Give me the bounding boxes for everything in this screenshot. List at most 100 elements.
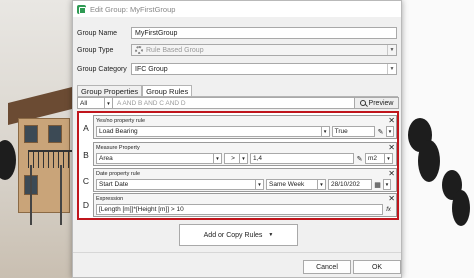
property-value: Start Date [99,181,129,188]
eyedropper-icon[interactable]: ✎ [375,126,386,137]
chevron-down-icon[interactable]: ▼ [383,179,391,190]
chevron-down-icon[interactable]: ▼ [386,126,394,137]
group-category-label: Group Category [77,65,127,73]
group-name-input[interactable]: MyFirstGroup [131,27,397,39]
rule-letter: D [82,200,90,210]
tree-scene [402,0,474,278]
rule-title: Yes/no property rule [96,117,146,124]
ok-button[interactable]: OK [353,260,401,274]
rule-letter: B [83,150,89,160]
preview-label: Preview [368,99,394,107]
rule-scope-value: All [80,99,88,107]
tab-strip: Group Properties Group Rules [77,85,193,96]
window-shape [48,125,62,143]
chevron-down-icon[interactable]: ▼ [105,97,113,109]
building-scene [0,0,72,278]
eyedropper-icon[interactable]: ✎ [354,153,365,164]
gear-icon [135,46,143,54]
expression-value: [Length [m]]*[Height [m]] > 10 [99,206,184,213]
rule-expression-value: A AND B AND C AND D [117,99,186,107]
tree-shape [0,140,16,180]
edit-group-dialog: Edit Group: MyFirstGroup Group Name MyFi… [72,0,402,278]
preview-button[interactable]: Preview [355,97,399,109]
group-name-value: MyFirstGroup [135,29,178,37]
date-value: 28/10/202 [331,181,360,188]
measure-value-input[interactable]: 1,4 [250,153,354,164]
rule-card-b: Measure Property ✕ Area ▼ > ▼ 1,4 ✎ m2 ▼ [93,142,397,166]
tab-group-properties[interactable]: Group Properties [77,85,143,96]
chevron-down-icon: ▼ [268,232,274,238]
close-icon[interactable]: ✕ [388,169,395,178]
rule-body: Start Date ▼ Same Week ▼ 28/10/202 ▦ ▼ [94,178,396,191]
rule-scope-select[interactable]: All [77,97,105,109]
period-value: Same Week [269,181,305,188]
close-icon[interactable]: ✕ [388,116,395,125]
boolean-value: True [334,128,348,135]
group-name-label: Group Name [77,29,118,37]
group-type-select[interactable]: Rule Based Group ▼ [131,44,397,56]
rule-body: Load Bearing ▼ True ✎ ▼ [94,125,396,138]
calendar-icon[interactable]: ▦ [372,179,383,190]
group-category-row: Group Category IFC Group ▼ [77,63,397,75]
operator-select[interactable]: > [224,153,240,164]
tree-shape [452,190,470,226]
cancel-button[interactable]: Cancel [303,260,351,274]
chevron-down-icon: ▼ [387,64,396,74]
close-icon[interactable]: ✕ [388,194,395,203]
measure-value: 1,4 [253,155,263,162]
rule-filter-bar: All ▼ A AND B AND C AND D Preview [77,97,399,109]
operator-value: > [231,155,235,162]
window-title: Edit Group: MyFirstGroup [90,4,176,14]
chevron-down-icon[interactable]: ▼ [321,126,330,137]
property-select[interactable]: Load Bearing [96,126,322,137]
property-value: Area [99,155,113,162]
tree-shape [418,140,440,182]
post-shape [30,165,32,225]
footer-divider [73,252,401,253]
search-icon [359,100,366,106]
chevron-down-icon[interactable]: ▼ [240,153,248,164]
date-input[interactable]: 28/10/202 [328,179,372,190]
period-select[interactable]: Same Week [266,179,318,190]
property-value: Load Bearing [99,128,138,135]
rule-title: Date property rule [96,170,141,177]
add-copy-rules-label: Add or Copy Rules [203,231,263,239]
group-type-value: Rule Based Group [146,46,204,54]
rule-expression-input[interactable]: A AND B AND C AND D [113,97,355,109]
add-copy-rules-button[interactable]: Add or Copy Rules ▼ [179,224,298,246]
boolean-select[interactable]: True [331,126,376,137]
chevron-down-icon[interactable]: ▼ [256,179,264,190]
app-icon [77,4,86,14]
group-category-select[interactable]: IFC Group ▼ [131,63,397,75]
rule-card-c: Date property rule ✕ Start Date ▼ Same W… [93,168,397,192]
function-icon[interactable]: fx [383,204,394,215]
close-icon[interactable]: ✕ [388,143,395,152]
post-shape [60,165,62,225]
window-shape [24,125,38,143]
unit-select[interactable]: m2 [365,153,385,164]
group-type-label: Group Type [77,46,114,54]
chevron-down-icon: ▼ [387,45,396,55]
rule-letter: A [83,123,89,133]
tab-group-rules[interactable]: Group Rules [142,85,193,96]
property-select[interactable]: Area [96,153,214,164]
rule-card-d: Expression ✕ [Length [m]]*[Height [m]] >… [93,193,397,217]
group-name-row: Group Name MyFirstGroup [77,27,397,39]
rules-panel: A Yes/no property rule ✕ Load Bearing ▼ … [77,111,399,220]
rule-body: [Length [m]]*[Height [m]] > 10 fx [94,203,396,216]
group-type-row: Group Type Rule Based Group ▼ [77,44,397,56]
property-select[interactable]: Start Date [96,179,256,190]
rule-title: Expression [96,195,124,202]
title-bar: Edit Group: MyFirstGroup [73,1,401,17]
rule-letter: C [82,176,90,186]
chevron-down-icon[interactable]: ▼ [318,179,326,190]
chevron-down-icon[interactable]: ▼ [214,153,222,164]
rule-body: Area ▼ > ▼ 1,4 ✎ m2 ▼ [94,152,396,165]
unit-value: m2 [368,155,378,162]
group-category-value: IFC Group [135,65,168,73]
chevron-down-icon[interactable]: ▼ [385,153,393,164]
rule-title: Measure Property [96,144,140,151]
rule-card-a: Yes/no property rule ✕ Load Bearing ▼ Tr… [93,115,397,139]
expression-input[interactable]: [Length [m]]*[Height [m]] > 10 [96,204,384,215]
balcony-railing [28,150,72,168]
